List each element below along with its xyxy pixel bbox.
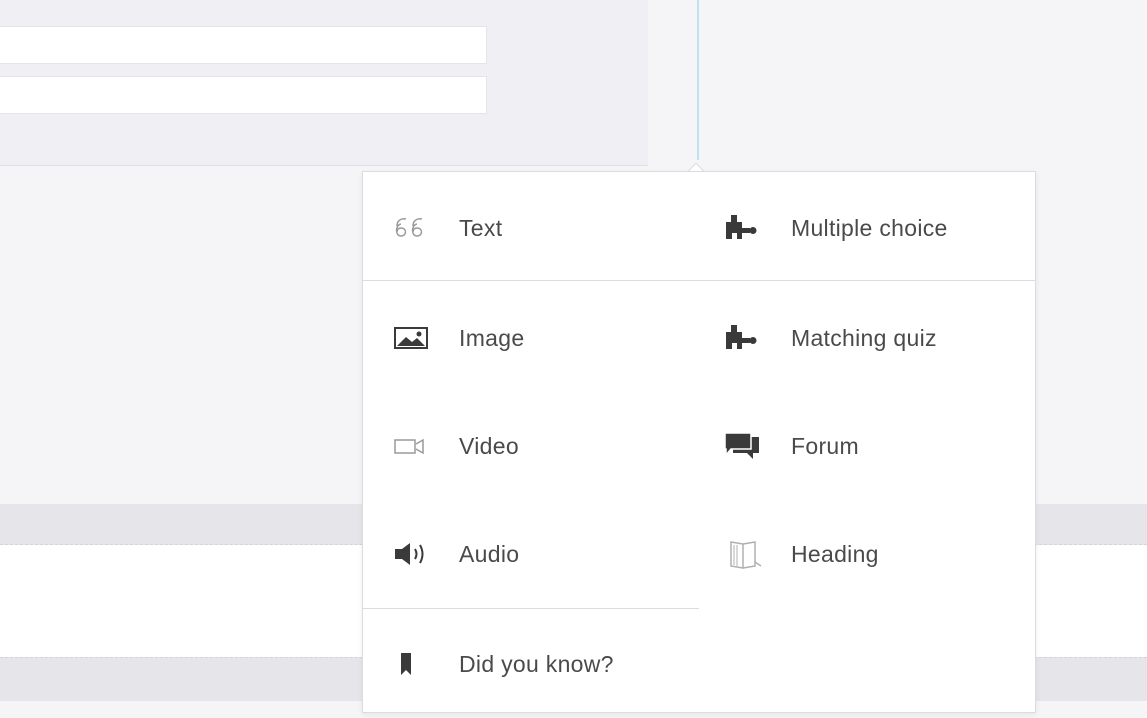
menu-item-label: Heading [791,540,879,567]
menu-divider [363,608,699,609]
menu-item-label: Text [459,214,503,241]
menu-item-image[interactable]: Image [363,284,699,392]
menu-item-audio[interactable]: Audio [363,500,699,608]
chat-bubbles-icon [723,431,763,461]
menu-item-label: Image [459,324,525,351]
bookmark-icon [393,650,433,678]
menu-item-label: Did you know? [459,650,614,677]
editor-input-field[interactable] [0,26,487,64]
image-icon [393,325,433,351]
quote-icon [393,216,433,240]
puzzle-icon [723,213,763,243]
insert-indicator-line [697,0,699,160]
menu-item-heading[interactable]: Heading [699,500,1035,608]
editor-panel [0,0,648,166]
add-block-menu: Text Multiple choice Image Matching quiz… [362,171,1036,713]
speaker-icon [393,540,433,568]
editor-input-field[interactable] [0,76,487,114]
book-icon [723,538,763,570]
menu-item-label: Forum [791,432,859,459]
video-camera-icon [393,434,433,458]
menu-item-matching-quiz[interactable]: Matching quiz [699,284,1035,392]
menu-item-video[interactable]: Video [363,392,699,500]
menu-item-label: Audio [459,540,520,567]
menu-item-label: Matching quiz [791,324,937,351]
puzzle-icon [723,323,763,353]
menu-item-text[interactable]: Text [363,174,699,282]
menu-item-forum[interactable]: Forum [699,392,1035,500]
menu-item-multiple-choice[interactable]: Multiple choice [699,174,1035,282]
menu-item-label: Multiple choice [791,214,948,241]
menu-item-did-you-know[interactable]: Did you know? [363,610,699,718]
menu-item-label: Video [459,432,519,459]
